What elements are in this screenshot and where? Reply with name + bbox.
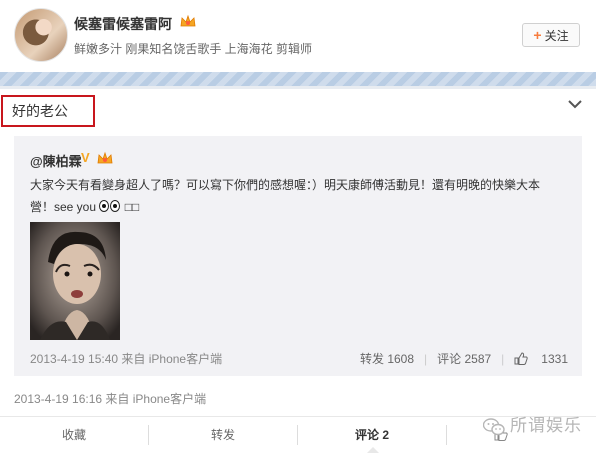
thumbs-up-icon: [514, 352, 528, 365]
vip-crown-icon: [97, 151, 113, 164]
follow-button[interactable]: + 关注: [522, 23, 580, 47]
verified-v-icon: V: [81, 150, 90, 165]
username[interactable]: 候塞雷候塞雷阿: [74, 14, 172, 34]
original-post-meta[interactable]: 2013-4-19 15:40 来自 iPhone客户端: [30, 350, 222, 367]
repost-button[interactable]: 转发: [149, 417, 297, 454]
decorative-ribbon: [0, 72, 596, 86]
post-photo-thumbnail[interactable]: [30, 222, 120, 340]
plus-icon: +: [533, 27, 542, 43]
watermark-text: 所谓娱乐: [510, 416, 582, 435]
follow-label: 关注: [544, 29, 569, 43]
ribbon-shadow: [0, 86, 596, 89]
favorite-button[interactable]: 收藏: [0, 417, 148, 454]
original-post-line2: 營！see you: [30, 200, 97, 214]
original-like-button[interactable]: 1331: [514, 352, 568, 366]
profile-header: 候塞雷候塞雷阿 鲜嫩多汁 刚果知名饶舌歌手 上海海花 剪辑师 + 关注: [0, 0, 596, 72]
original-author-link[interactable]: @陳柏霖: [30, 151, 82, 170]
original-comment-link[interactable]: 评论 2587: [437, 352, 491, 366]
chevron-down-icon[interactable]: [568, 99, 582, 109]
avatar[interactable]: [14, 8, 68, 62]
original-post-line1: 大家今天有看變身超人了嗎？可以寫下你們的感想喔：）明天康師傅活動見！還有明晚的快…: [30, 178, 541, 192]
original-like-count: 1331: [541, 352, 568, 366]
wechat-watermark: 所谓娱乐: [483, 411, 582, 436]
wechat-logo-icon: [483, 418, 505, 436]
user-bio: 鲜嫩多汁 刚果知名饶舌歌手 上海海花 剪辑师: [74, 42, 313, 56]
eyes-emoji-icon: [99, 197, 121, 219]
reposted-weibo-card: @陳柏霖 V 大家今天有看變身超人了嗎？可以寫下你們的感想喔：）明天康師傅活動見…: [14, 136, 582, 376]
original-post-actions: 转发 1608 | 评论 2587 | 1331: [359, 352, 568, 366]
vip-crown-icon: [180, 14, 196, 27]
original-post-text: 大家今天有看變身超人了嗎？可以寫下你們的感想喔：）明天康師傅活動見！還有明晚的快…: [30, 174, 560, 219]
active-tab-caret: [367, 447, 379, 453]
original-post-tail: □□: [124, 200, 140, 214]
post-text: 好的老公: [1, 95, 95, 127]
original-repost-link[interactable]: 转发 1608: [360, 352, 414, 366]
post-meta[interactable]: 2013-4-19 16:16 来自 iPhone客户端: [14, 390, 206, 407]
